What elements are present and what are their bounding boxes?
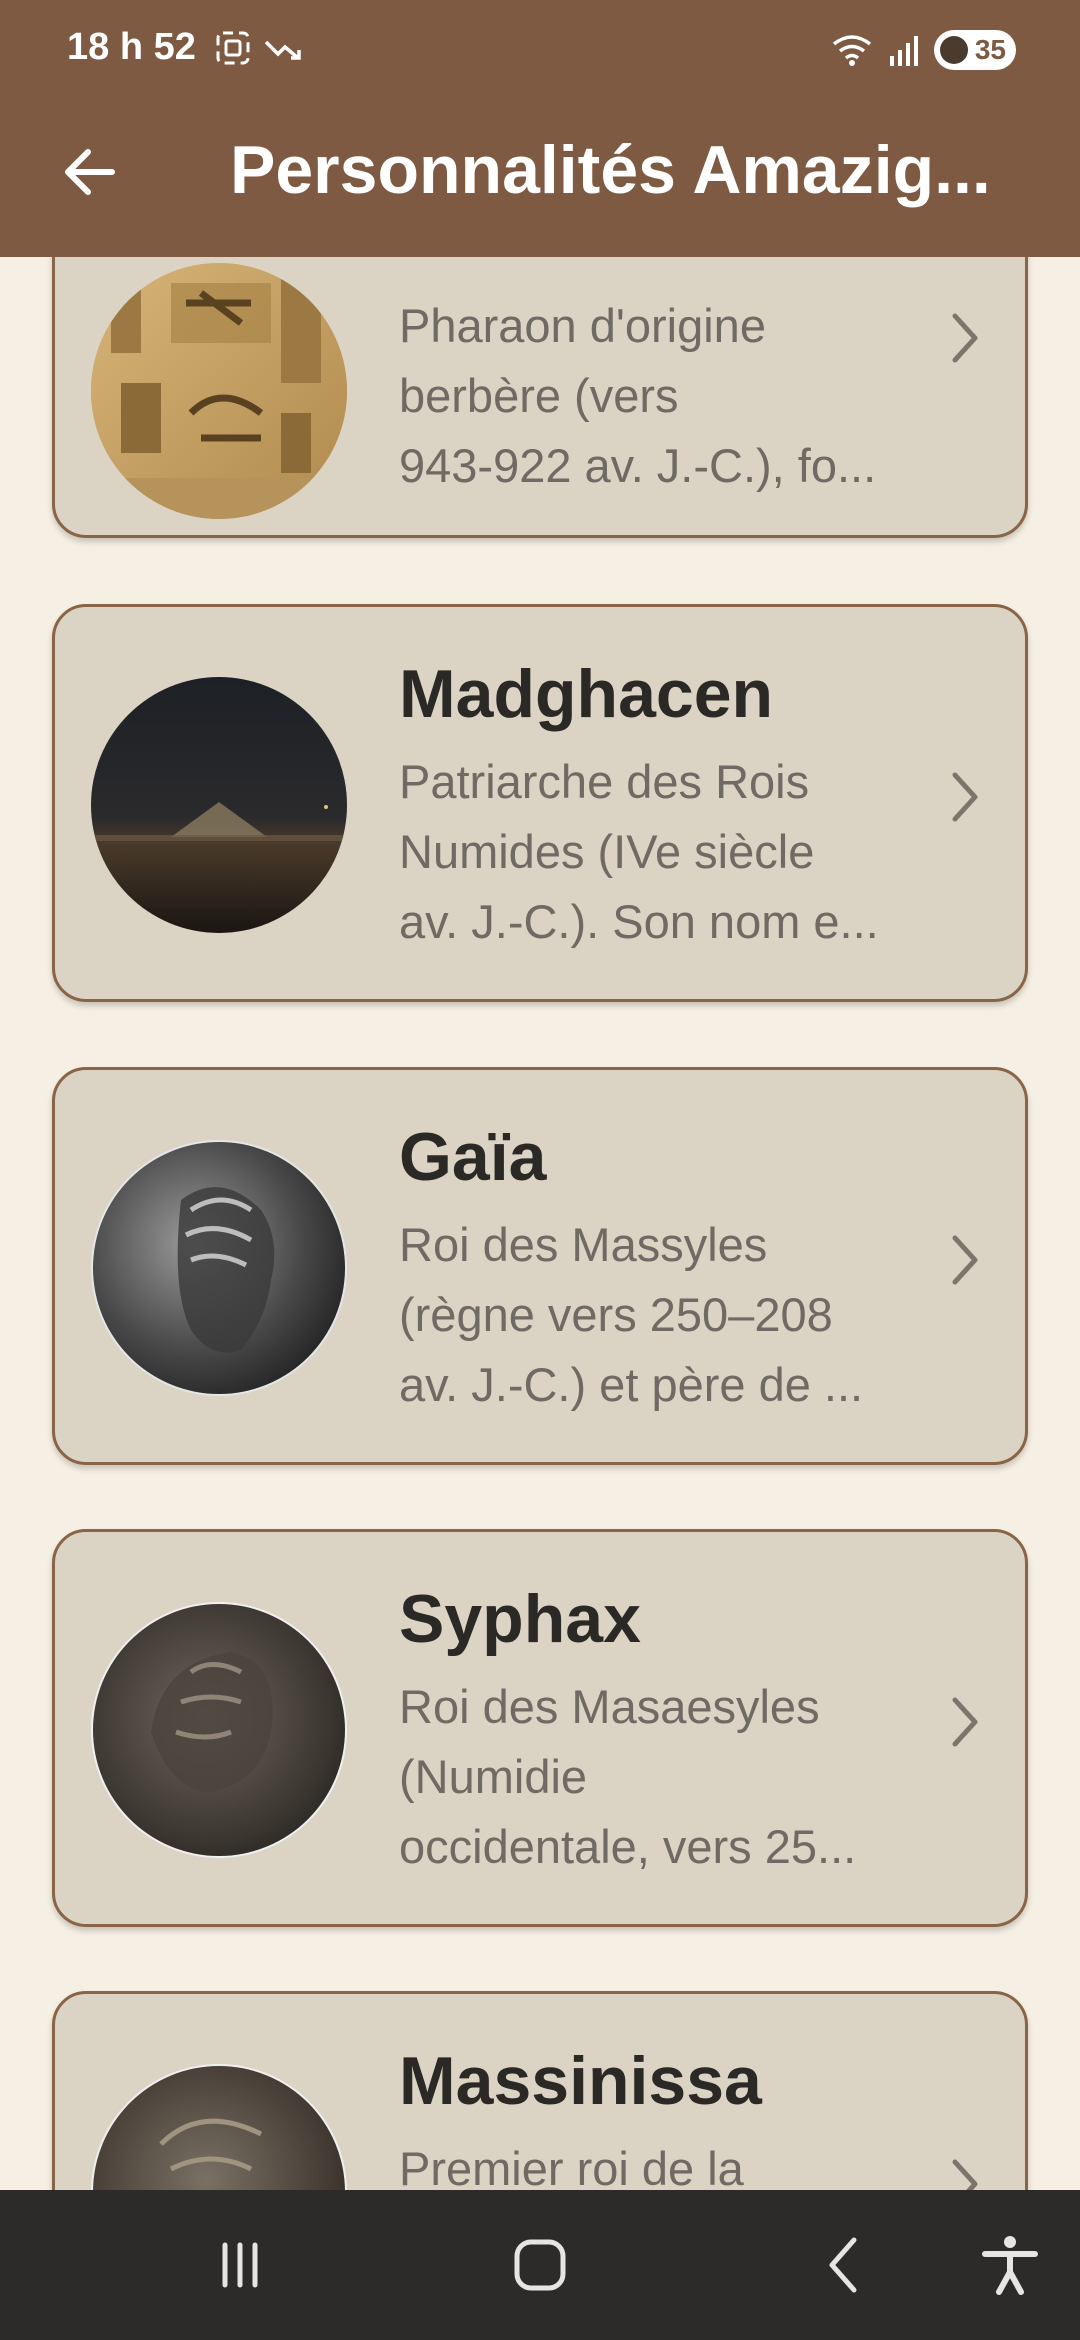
home-icon[interactable]	[505, 2230, 575, 2300]
chevron-right-icon	[952, 1235, 978, 1285]
status-time: 18 h 52	[67, 26, 196, 68]
trending-icon	[264, 40, 301, 60]
avatar	[91, 1140, 347, 1396]
card-description: Roi des Masaesyles (Numidie occidentale,…	[399, 1672, 939, 1882]
desc-line: occidentale, vers 25...	[399, 1820, 857, 1873]
card-name: Gaïa	[399, 1119, 547, 1195]
status-notifications	[215, 30, 303, 66]
screen: Pharaon d'origine berbère (vers 943-922 …	[0, 0, 1080, 2340]
chevron-right-icon	[952, 313, 978, 363]
accessibility-icon[interactable]	[975, 2230, 1045, 2300]
card-name: Syphax	[399, 1581, 641, 1657]
status-system-icons: 35	[830, 30, 1016, 70]
app-header: 18 h 52 35 Personnalités Amazig...	[0, 0, 1080, 257]
desc-line: Numides (IVe siècle	[399, 825, 815, 878]
battery-indicator: 35	[934, 30, 1016, 70]
avatar	[91, 1602, 347, 1858]
wifi-icon	[832, 35, 872, 66]
desc-line: Pharaon d'origine	[399, 299, 766, 352]
battery-level: 35	[974, 34, 1006, 65]
chevron-right-icon	[952, 1697, 978, 1747]
back-button[interactable]	[50, 132, 130, 212]
status-bar: 18 h 52 35	[0, 0, 1080, 100]
screenshot-icon	[216, 31, 250, 65]
avatar	[91, 263, 347, 519]
list-item[interactable]: Syphax Roi des Masaesyles (Numidie occid…	[52, 1529, 1028, 1927]
desc-line: av. J.-C.). Son nom e...	[399, 895, 879, 948]
recent-apps-icon[interactable]	[205, 2230, 275, 2300]
desc-line: (règne vers 250–208	[399, 1288, 833, 1341]
card-name: Madghacen	[399, 656, 774, 732]
card-name: Massinissa	[399, 2043, 762, 2119]
arrow-left-icon	[65, 149, 115, 195]
desc-line: berbère (vers	[399, 369, 679, 422]
system-nav-bar	[0, 2190, 1080, 2340]
chevron-right-icon	[952, 772, 978, 822]
desc-line: Patriarche des Rois	[399, 755, 810, 808]
card-description: Roi des Massyles (règne vers 250–208 av.…	[399, 1210, 939, 1420]
card-description: Patriarche des Rois Numides (IVe siècle …	[399, 747, 939, 957]
page-title: Personnalités Amazig...	[230, 132, 991, 208]
desc-line: Roi des Massyles	[399, 1218, 768, 1271]
desc-line: (Numidie	[399, 1750, 588, 1803]
signal-icon	[890, 36, 918, 66]
desc-line: 943-922 av. J.-C.), fo...	[399, 439, 877, 492]
desc-line: av. J.-C.) et père de ...	[399, 1358, 864, 1411]
desc-line: Roi des Masaesyles	[399, 1680, 820, 1733]
avatar	[91, 677, 347, 933]
personality-list[interactable]: Pharaon d'origine berbère (vers 943-922 …	[0, 0, 1080, 2340]
list-item[interactable]: Madghacen Patriarche des Rois Numides (I…	[52, 604, 1028, 1002]
nav-back-icon[interactable]	[810, 2230, 880, 2300]
battery-saver-icon	[940, 36, 968, 64]
app-bar: Personnalités Amazig...	[0, 100, 1080, 257]
list-item[interactable]: Gaïa Roi des Massyles (règne vers 250–20…	[52, 1067, 1028, 1465]
card-description: Pharaon d'origine berbère (vers 943-922 …	[399, 291, 939, 501]
